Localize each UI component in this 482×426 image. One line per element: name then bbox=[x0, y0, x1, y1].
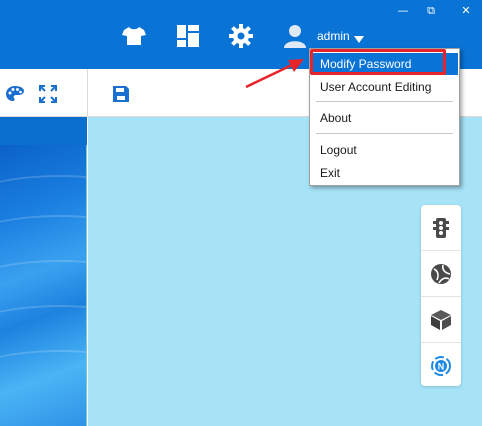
wallpaper-image bbox=[0, 145, 87, 426]
dashboard-icon[interactable] bbox=[174, 22, 202, 50]
left-panel-header bbox=[0, 117, 87, 145]
fullscreen-icon[interactable] bbox=[37, 83, 59, 105]
navigation-icon[interactable]: N bbox=[421, 343, 461, 388]
side-toolbar: N bbox=[421, 205, 461, 386]
palette-icon[interactable] bbox=[4, 83, 26, 105]
minimize-button[interactable]: — bbox=[396, 4, 410, 18]
menu-item-exit[interactable]: Exit bbox=[311, 162, 458, 184]
save-icon[interactable] bbox=[110, 83, 132, 105]
menu-separator bbox=[316, 101, 453, 102]
user-dropdown-menu: Modify Password User Account Editing Abo… bbox=[309, 48, 460, 186]
restore-button[interactable]: ⧉ bbox=[424, 4, 438, 18]
globe-icon[interactable] bbox=[421, 251, 461, 296]
close-button[interactable]: ✕ bbox=[459, 4, 473, 18]
menu-separator bbox=[316, 133, 453, 134]
gear-icon[interactable] bbox=[227, 22, 255, 50]
chevron-down-icon[interactable] bbox=[354, 31, 364, 49]
user-icon[interactable] bbox=[281, 22, 309, 50]
svg-text:N: N bbox=[438, 361, 445, 371]
menu-item-modify-password[interactable]: Modify Password bbox=[311, 53, 458, 75]
traffic-light-icon[interactable] bbox=[421, 205, 461, 250]
menu-item-logout[interactable]: Logout bbox=[311, 139, 458, 161]
arrow-annotation-icon bbox=[245, 59, 304, 89]
tshirt-icon[interactable] bbox=[120, 22, 148, 50]
cube-icon[interactable] bbox=[421, 297, 461, 342]
menu-item-user-account-editing[interactable]: User Account Editing bbox=[311, 76, 458, 98]
menu-item-about[interactable]: About bbox=[311, 107, 458, 129]
toolbar-divider bbox=[87, 69, 88, 117]
user-name-label[interactable]: admin bbox=[317, 29, 350, 43]
